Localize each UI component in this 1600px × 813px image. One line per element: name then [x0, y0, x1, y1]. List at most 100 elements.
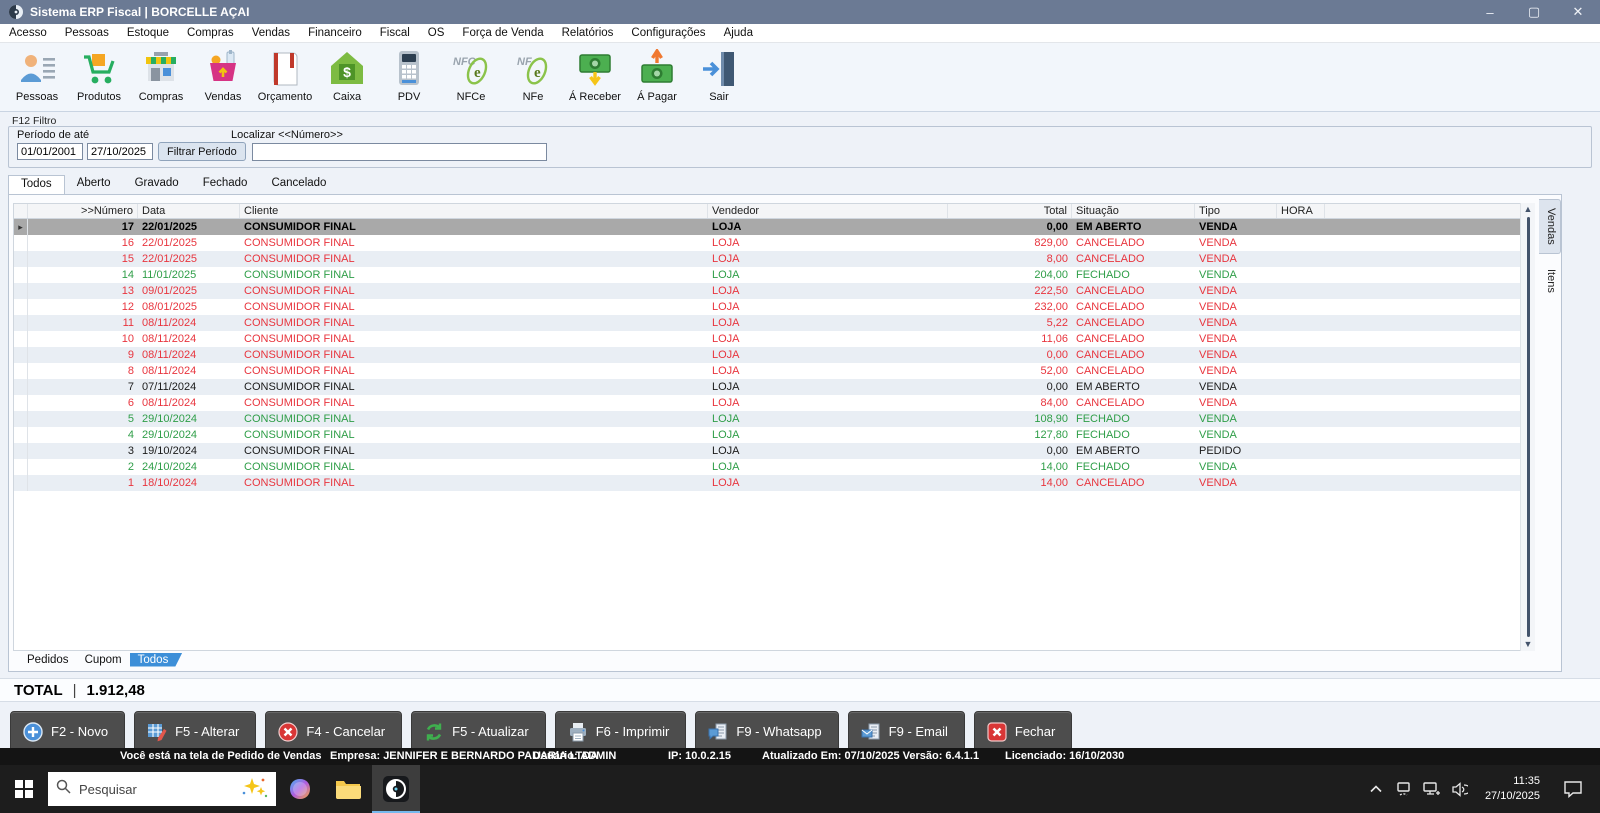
menu-item-vendas[interactable]: Vendas — [243, 24, 299, 42]
copilot-icon[interactable] — [276, 765, 324, 813]
tray-network-icon[interactable] — [1423, 780, 1441, 798]
toolbar-button-orçamento[interactable]: Orçamento — [254, 47, 316, 103]
row-indicator — [14, 411, 28, 427]
tray-sync-icon[interactable] — [1395, 780, 1413, 798]
menu-item-os[interactable]: OS — [419, 24, 454, 42]
menu-item-financeiro[interactable]: Financeiro — [299, 24, 371, 42]
action-button-f2-novo[interactable]: F2 - Novo — [10, 711, 125, 752]
date-to-input[interactable] — [87, 143, 153, 160]
menu-item-acesso[interactable]: Acesso — [0, 24, 56, 42]
date-from-input[interactable] — [17, 143, 83, 160]
start-button[interactable] — [0, 765, 48, 813]
menu-item-configurações[interactable]: Configurações — [622, 24, 714, 42]
menu-item-fiscal[interactable]: Fiscal — [371, 24, 419, 42]
row-indicator — [14, 283, 28, 299]
maximize-button[interactable]: ▢ — [1512, 0, 1556, 24]
tray-chevron-up-icon[interactable] — [1367, 780, 1385, 798]
toolbar-button-á-pagar[interactable]: Á Pagar — [626, 47, 688, 103]
table-row[interactable]: 808/11/2024CONSUMIDOR FINALLOJA52,00CANC… — [14, 363, 1530, 379]
search-number-input[interactable] — [252, 143, 547, 161]
tray-speaker-icon[interactable] — [1451, 780, 1469, 798]
cell-data: 08/11/2024 — [138, 365, 240, 377]
table-row[interactable]: 319/10/2024CONSUMIDOR FINALLOJA0,00EM AB… — [14, 443, 1530, 459]
side-tab-vendas[interactable]: Vendas — [1539, 199, 1561, 254]
action-button-f6-imprimir[interactable]: F6 - Imprimir — [555, 711, 687, 752]
menu-item-relatórios[interactable]: Relatórios — [553, 24, 623, 42]
search-label: Localizar <<Número>> — [231, 129, 343, 141]
bottom-tab-cupom[interactable]: Cupom — [77, 653, 130, 667]
scroll-up-icon[interactable]: ▲ — [1524, 205, 1533, 214]
action-button-f4-cancelar[interactable]: F4 - Cancelar — [265, 711, 402, 752]
side-tab-itens[interactable]: Itens — [1539, 260, 1561, 302]
action-button-f5-atualizar[interactable]: F5 - Atualizar — [411, 711, 546, 752]
col-header-hora[interactable]: HORA — [1277, 204, 1325, 218]
scroll-thumb[interactable] — [1527, 217, 1530, 637]
toolbar-button-caixa[interactable]: $Caixa — [316, 47, 378, 103]
close-button[interactable]: ✕ — [1556, 0, 1600, 24]
col-header-data[interactable]: Data — [138, 204, 240, 218]
col-header-total[interactable]: Total — [948, 204, 1072, 218]
col-header-vendedor[interactable]: Vendedor — [708, 204, 948, 218]
table-row[interactable]: 1622/01/2025CONSUMIDOR FINALLOJA829,00CA… — [14, 235, 1530, 251]
notification-center-icon[interactable] — [1556, 780, 1590, 798]
toolbar-button-sair[interactable]: Sair — [688, 47, 750, 103]
table-row[interactable]: 1108/11/2024CONSUMIDOR FINALLOJA5,22CANC… — [14, 315, 1530, 331]
table-row[interactable]: 1309/01/2025CONSUMIDOR FINALLOJA222,50CA… — [14, 283, 1530, 299]
table-row[interactable]: 1522/01/2025CONSUMIDOR FINALLOJA8,00CANC… — [14, 251, 1530, 267]
bottom-tab-pedidos[interactable]: Pedidos — [19, 653, 77, 667]
menu-item-ajuda[interactable]: Ajuda — [715, 24, 762, 42]
table-row[interactable]: 118/10/2024CONSUMIDOR FINALLOJA14,00CANC… — [14, 475, 1530, 491]
scroll-down-icon[interactable]: ▼ — [1524, 640, 1533, 649]
col-header-cliente[interactable]: Cliente — [240, 204, 708, 218]
erp-app-icon[interactable] — [372, 765, 420, 813]
toolbar-button-pessoas[interactable]: Pessoas — [6, 47, 68, 103]
cell-cliente: CONSUMIDOR FINAL — [240, 237, 708, 249]
menu-item-estoque[interactable]: Estoque — [118, 24, 178, 42]
tab-cancelado[interactable]: Cancelado — [259, 175, 338, 194]
toolbar-button-nfe[interactable]: NFeNFe — [502, 47, 564, 103]
tab-gravado[interactable]: Gravado — [123, 175, 191, 194]
table-row[interactable]: 429/10/2024CONSUMIDOR FINALLOJA127,80FEC… — [14, 427, 1530, 443]
orders-grid: >>Número Data Cliente Vendedor Total Sit… — [13, 203, 1531, 651]
toolbar-button-compras[interactable]: Compras — [130, 47, 192, 103]
cell-total: 108,90 — [948, 413, 1072, 425]
vertical-scrollbar[interactable]: ▲ ▼ — [1520, 203, 1535, 651]
table-row[interactable]: 1008/11/2024CONSUMIDOR FINALLOJA11,06CAN… — [14, 331, 1530, 347]
toolbar-button-vendas[interactable]: Vendas — [192, 47, 254, 103]
toolbar-button-pdv[interactable]: PDV — [378, 47, 440, 103]
toolbar-button-produtos[interactable]: Produtos — [68, 47, 130, 103]
table-row[interactable]: 1411/01/2025CONSUMIDOR FINALLOJA204,00FE… — [14, 267, 1530, 283]
table-row[interactable]: 908/11/2024CONSUMIDOR FINALLOJA0,00CANCE… — [14, 347, 1530, 363]
filter-period-button[interactable]: Filtrar Período — [158, 142, 246, 161]
col-header-numero[interactable]: >>Número — [28, 204, 138, 218]
table-row[interactable]: 529/10/2024CONSUMIDOR FINALLOJA108,90FEC… — [14, 411, 1530, 427]
cell-total: 0,00 — [948, 381, 1072, 393]
bottom-tab-todos[interactable]: Todos — [130, 653, 183, 667]
table-row[interactable]: 608/11/2024CONSUMIDOR FINALLOJA84,00CANC… — [14, 395, 1530, 411]
minimize-button[interactable]: – — [1468, 0, 1512, 24]
book-icon — [265, 49, 305, 89]
tab-fechado[interactable]: Fechado — [191, 175, 260, 194]
cell-total: 0,00 — [948, 221, 1072, 233]
action-button-f9-whatsapp[interactable]: F9 - Whatsapp — [695, 711, 838, 752]
toolbar-button-nfce[interactable]: NFCeNFCe — [440, 47, 502, 103]
col-header-situacao[interactable]: Situação — [1072, 204, 1195, 218]
table-row[interactable]: 707/11/2024CONSUMIDOR FINALLOJA0,00EM AB… — [14, 379, 1530, 395]
taskbar-search[interactable]: Pesquisar — [48, 772, 276, 806]
menu-item-pessoas[interactable]: Pessoas — [56, 24, 118, 42]
table-row[interactable]: ▸1722/01/2025CONSUMIDOR FINALLOJA0,00EM … — [14, 219, 1530, 235]
col-header-tipo[interactable]: Tipo — [1195, 204, 1277, 218]
cell-data: 24/10/2024 — [138, 461, 240, 473]
menu-item-força-de-venda[interactable]: Força de Venda — [453, 24, 552, 42]
action-button-f9-email[interactable]: F9 - Email — [848, 711, 965, 752]
action-button-fechar[interactable]: Fechar — [974, 711, 1072, 752]
tab-aberto[interactable]: Aberto — [65, 175, 123, 194]
tab-todos[interactable]: Todos — [8, 175, 65, 194]
table-row[interactable]: 224/10/2024CONSUMIDOR FINALLOJA14,00FECH… — [14, 459, 1530, 475]
file-explorer-icon[interactable] — [324, 765, 372, 813]
menu-item-compras[interactable]: Compras — [178, 24, 243, 42]
toolbar-button-á-receber[interactable]: Á Receber — [564, 47, 626, 103]
action-button-f5-alterar[interactable]: F5 - Alterar — [134, 711, 256, 752]
taskbar-clock[interactable]: 11:35 27/10/2025 — [1479, 774, 1546, 804]
table-row[interactable]: 1208/01/2025CONSUMIDOR FINALLOJA232,00CA… — [14, 299, 1530, 315]
